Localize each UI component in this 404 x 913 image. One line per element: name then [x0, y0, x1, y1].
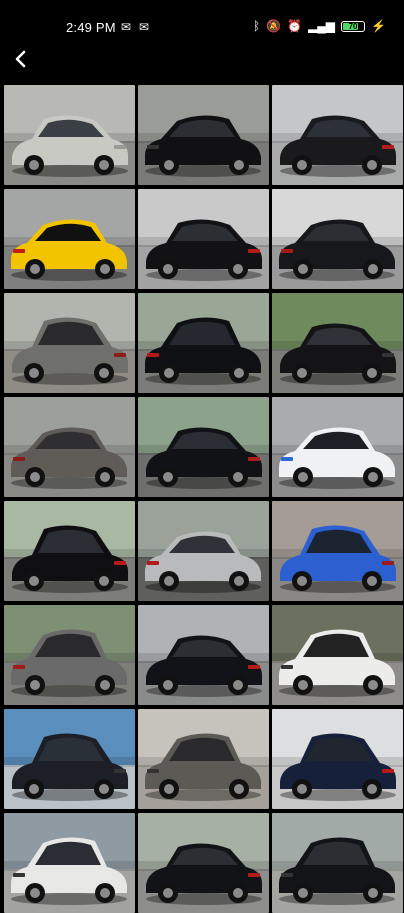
car-photo-white-suv — [272, 605, 403, 705]
gallery-photo[interactable] — [272, 293, 403, 393]
car-photo-black-coupe — [272, 293, 403, 393]
bluetooth-icon: ᛒ — [252, 19, 261, 33]
gallery-photo[interactable] — [4, 709, 135, 809]
car-photo-silver-sedan — [4, 85, 135, 185]
car-photo-black-suv — [138, 293, 269, 393]
gallery-photo[interactable] — [4, 189, 135, 289]
car-photo-grey-wagon — [4, 605, 135, 705]
car-photo-dark-suvs — [4, 709, 135, 809]
gallery-photo[interactable] — [272, 605, 403, 705]
gallery-photo[interactable] — [272, 189, 403, 289]
gallery-photo[interactable] — [4, 501, 135, 601]
car-photo-black-coupe — [138, 397, 269, 497]
car-photo-silver-coupe — [138, 501, 269, 601]
car-photo-white-sportscar — [272, 397, 403, 497]
gallery-photo[interactable] — [4, 605, 135, 705]
gmail-icon: ✉ — [121, 20, 132, 34]
gallery-photo[interactable] — [4, 293, 135, 393]
battery-level: 70 — [348, 21, 358, 31]
car-photo-yellow-sportscar — [4, 189, 135, 289]
gallery-photo[interactable] — [272, 709, 403, 809]
car-photo-navy-suv — [272, 709, 403, 809]
back-arrow-icon — [15, 50, 26, 68]
gallery-photo[interactable] — [138, 189, 269, 289]
car-photo-black-suv — [272, 813, 403, 913]
car-photo-grey-suv — [138, 709, 269, 809]
car-photo-black-coupe — [272, 85, 403, 185]
car-photo-grey-sportscar — [4, 397, 135, 497]
status-bar: 2:49 PM ✉ ✉ ᛒ 🔕 ⏰ ▂▄▆ 70 ⚡ — [0, 0, 404, 38]
car-photo-black-sedan — [138, 189, 269, 289]
signal-icon: ▂▄▆ — [308, 19, 336, 33]
no-sound-icon: 🔕 — [266, 19, 282, 33]
gallery-photo[interactable] — [272, 397, 403, 497]
car-photo-grey-suv — [4, 293, 135, 393]
system-icons: ᛒ 🔕 ⏰ ▂▄▆ 70 ⚡ — [253, 19, 386, 33]
car-photo-black-suv — [4, 501, 135, 601]
car-photo-black-sedan — [138, 813, 269, 913]
gmail-icon: ✉ — [139, 20, 150, 34]
gallery-photo[interactable] — [138, 709, 269, 809]
gallery-photo[interactable] — [138, 397, 269, 497]
alarm-icon: ⏰ — [287, 19, 303, 33]
car-photo-black-sedan — [138, 605, 269, 705]
gallery-photo[interactable] — [138, 501, 269, 601]
gallery-photo[interactable] — [272, 813, 403, 913]
back-button[interactable] — [6, 44, 36, 74]
car-photo-black-sedan — [138, 85, 269, 185]
gallery-photo[interactable] — [138, 293, 269, 393]
battery-icon: 70 — [341, 20, 366, 32]
car-photo-black-coupe — [272, 189, 403, 289]
status-time: 2:49 PM — [66, 20, 116, 35]
gallery-photo[interactable] — [272, 501, 403, 601]
gallery-photo[interactable] — [4, 85, 135, 185]
gallery-photo[interactable] — [272, 85, 403, 185]
car-photo-blue-suv — [272, 501, 403, 601]
gallery-photo[interactable] — [4, 813, 135, 913]
gallery-photo[interactable] — [4, 397, 135, 497]
gallery-photo[interactable] — [138, 813, 269, 913]
photo-grid — [4, 85, 403, 913]
gallery-photo[interactable] — [138, 605, 269, 705]
car-photo-white-suv — [4, 813, 135, 913]
gallery-photo[interactable] — [138, 85, 269, 185]
charging-icon: ⚡ — [371, 19, 386, 33]
